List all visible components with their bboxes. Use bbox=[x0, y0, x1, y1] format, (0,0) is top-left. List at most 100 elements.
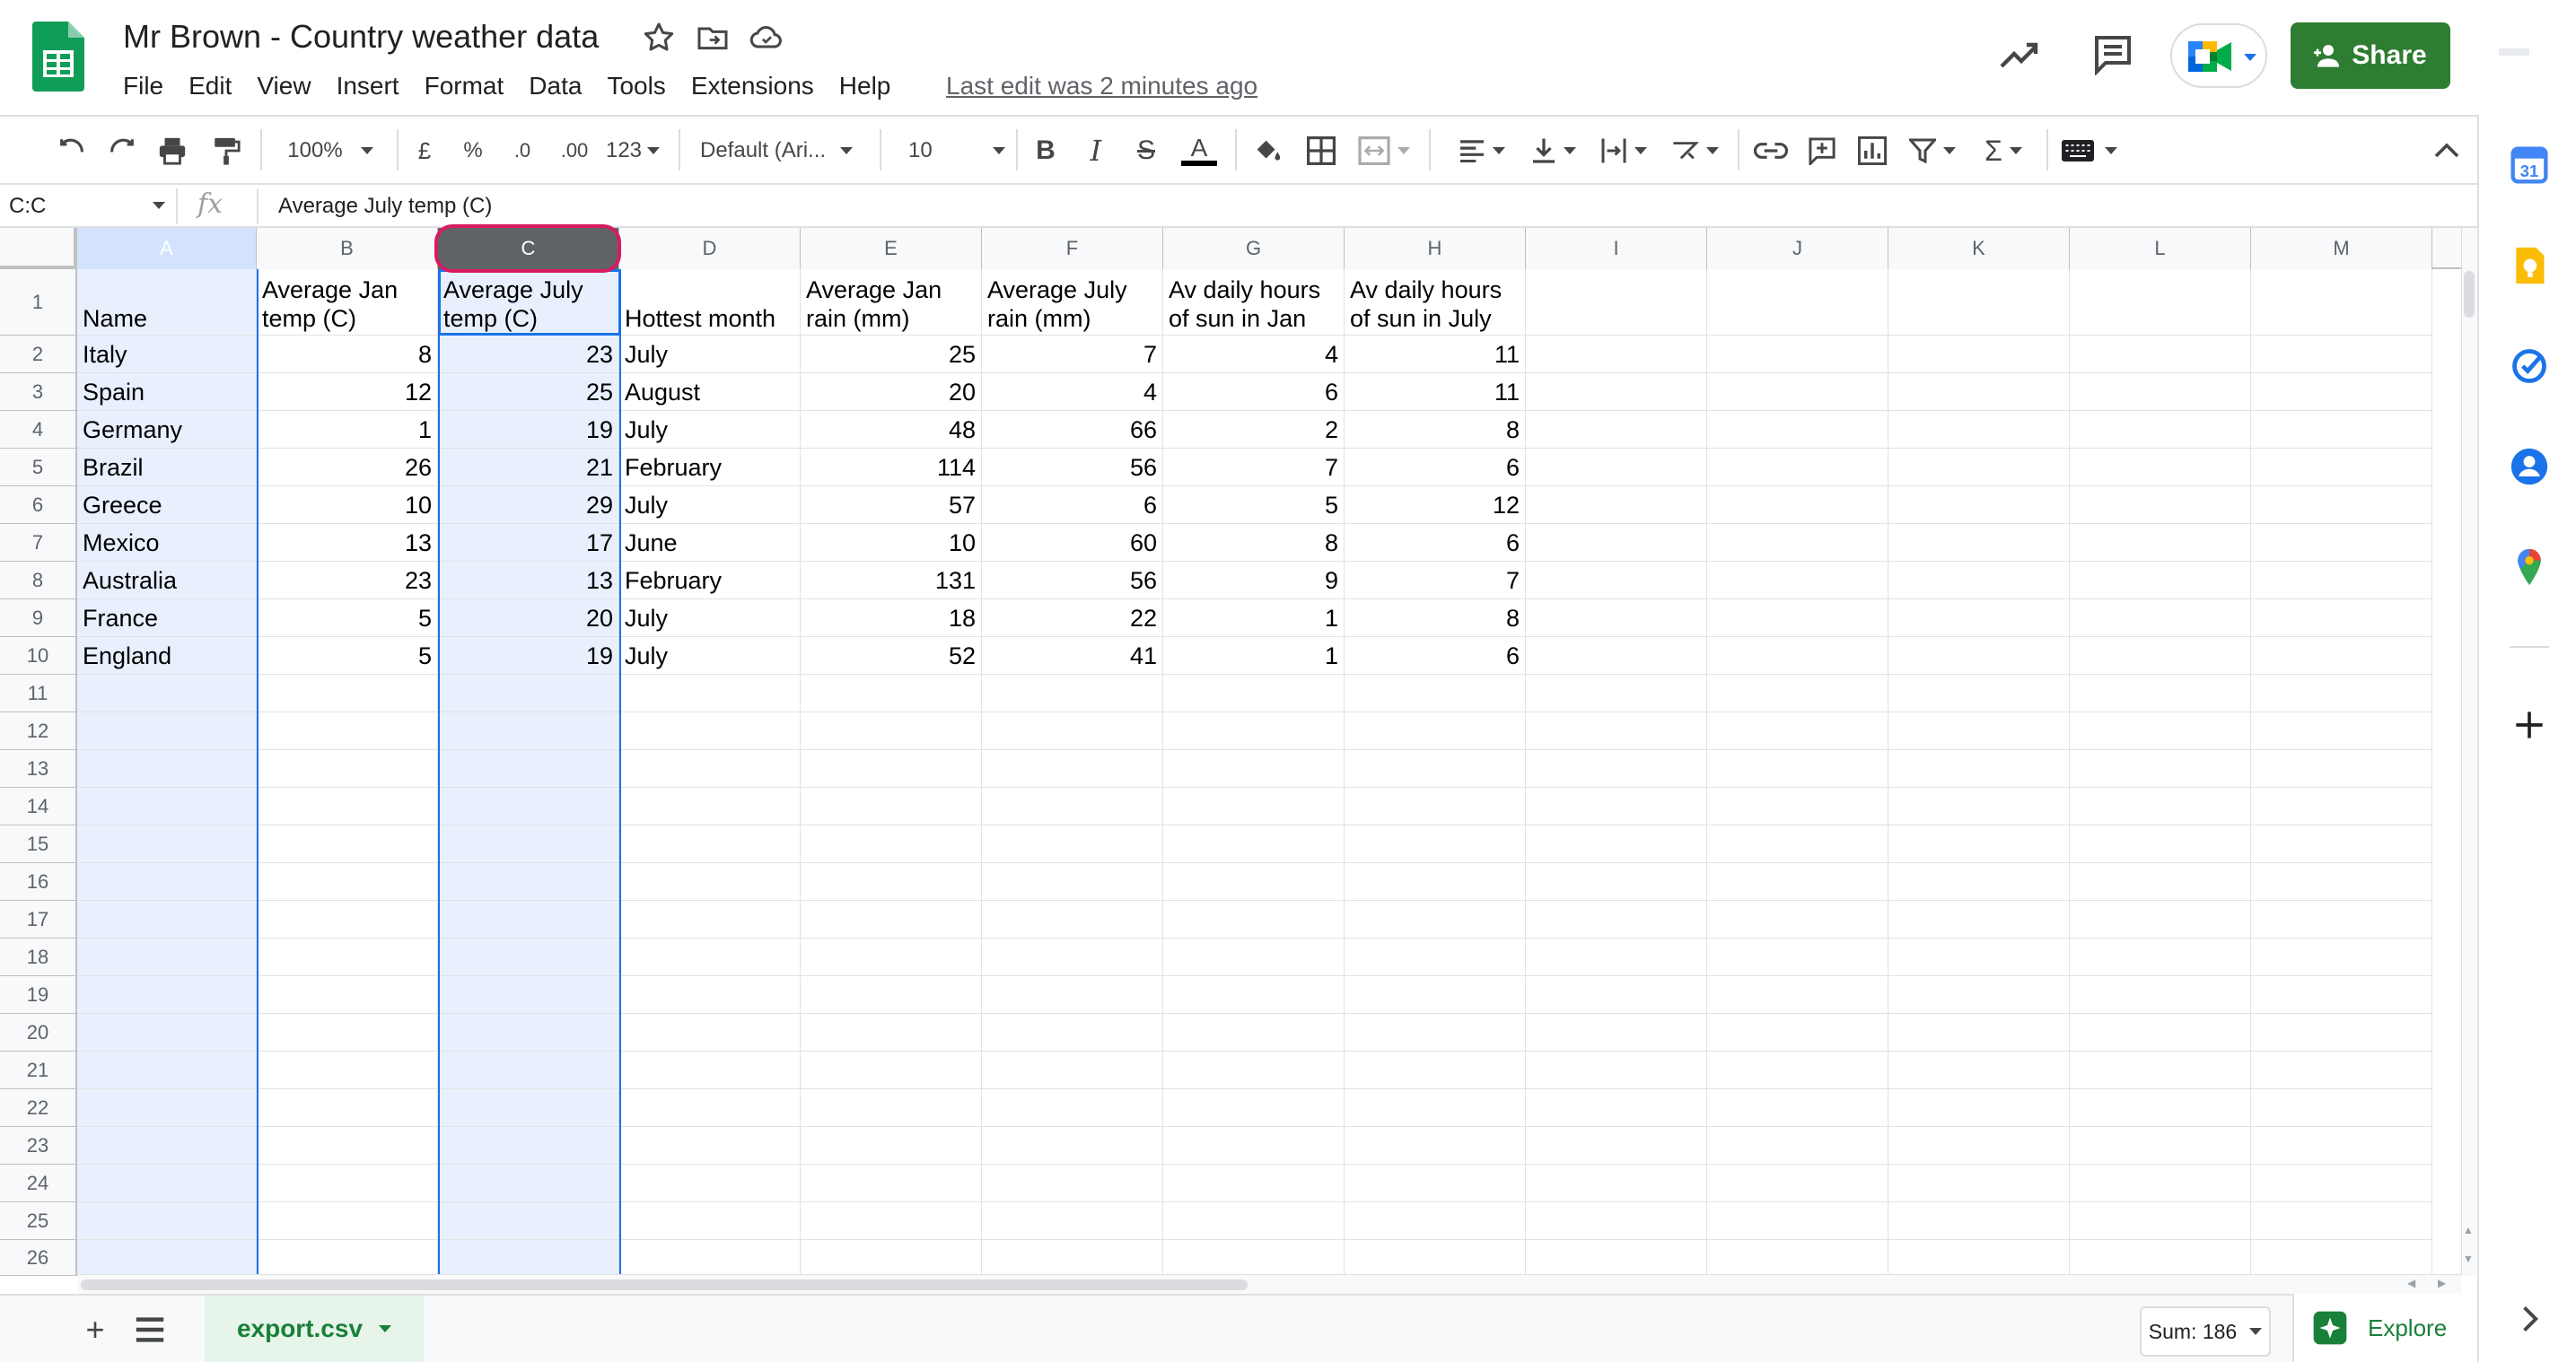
scroll-down-arrow-icon[interactable]: ▼ bbox=[2463, 1253, 2474, 1265]
empty-cell[interactable] bbox=[2251, 1127, 2432, 1165]
table-cell[interactable]: 4 bbox=[1163, 336, 1345, 373]
empty-cell[interactable] bbox=[2251, 1240, 2432, 1276]
table-cell[interactable]: 23 bbox=[438, 336, 619, 373]
empty-cell[interactable] bbox=[1345, 1089, 1526, 1127]
menu-view[interactable]: View bbox=[244, 68, 323, 104]
empty-cell[interactable] bbox=[982, 788, 1163, 825]
table-cell[interactable]: July bbox=[619, 637, 801, 675]
empty-cell[interactable] bbox=[1888, 712, 2070, 750]
empty-cell[interactable] bbox=[1163, 675, 1345, 712]
row-header-9[interactable]: 9 bbox=[0, 599, 77, 637]
empty-cell[interactable] bbox=[77, 863, 257, 901]
empty-cell[interactable] bbox=[1707, 939, 1888, 976]
empty-cell[interactable] bbox=[982, 863, 1163, 901]
empty-cell[interactable] bbox=[1707, 675, 1888, 712]
table-cell[interactable]: 20 bbox=[801, 373, 982, 411]
empty-cell[interactable] bbox=[1888, 486, 2070, 524]
table-cell[interactable]: 25 bbox=[438, 373, 619, 411]
empty-cell[interactable] bbox=[1163, 901, 1345, 939]
column-header-i[interactable]: I bbox=[1526, 228, 1707, 269]
menu-help[interactable]: Help bbox=[827, 68, 904, 104]
empty-cell[interactable] bbox=[77, 976, 257, 1014]
empty-cell[interactable] bbox=[1526, 1202, 1707, 1240]
empty-cell[interactable] bbox=[1163, 1089, 1345, 1127]
table-cell[interactable]: 29 bbox=[438, 486, 619, 524]
empty-cell[interactable] bbox=[1163, 1014, 1345, 1052]
menu-insert[interactable]: Insert bbox=[324, 68, 412, 104]
empty-cell[interactable] bbox=[438, 863, 619, 901]
table-cell[interactable]: July bbox=[619, 411, 801, 449]
menu-format[interactable]: Format bbox=[412, 68, 517, 104]
table-cell[interactable]: 19 bbox=[438, 637, 619, 675]
empty-cell[interactable] bbox=[1526, 599, 1707, 637]
sheets-logo-icon[interactable] bbox=[32, 22, 84, 92]
row-header-22[interactable]: 22 bbox=[0, 1089, 77, 1127]
empty-cell[interactable] bbox=[1163, 1202, 1345, 1240]
empty-cell[interactable] bbox=[2070, 675, 2251, 712]
empty-cell[interactable] bbox=[77, 1202, 257, 1240]
empty-cell[interactable] bbox=[801, 1165, 982, 1202]
strikethrough-icon[interactable]: S bbox=[1131, 133, 1161, 169]
explore-button[interactable]: Explore bbox=[2292, 1294, 2477, 1362]
table-cell[interactable]: 4 bbox=[982, 373, 1163, 411]
empty-cell[interactable] bbox=[1707, 1127, 1888, 1165]
empty-cell[interactable] bbox=[1345, 712, 1526, 750]
empty-cell[interactable] bbox=[2251, 712, 2432, 750]
empty-cell[interactable] bbox=[1526, 788, 1707, 825]
redo-icon[interactable] bbox=[104, 133, 140, 169]
empty-cell[interactable] bbox=[2251, 1052, 2432, 1089]
empty-cell[interactable] bbox=[438, 788, 619, 825]
select-all-corner[interactable] bbox=[0, 228, 77, 269]
table-cell[interactable]: 48 bbox=[801, 411, 982, 449]
empty-cell[interactable] bbox=[2251, 411, 2432, 449]
empty-cell[interactable] bbox=[2070, 599, 2251, 637]
empty-cell[interactable] bbox=[1526, 1089, 1707, 1127]
empty-cell[interactable] bbox=[2251, 269, 2432, 336]
empty-cell[interactable] bbox=[2070, 825, 2251, 863]
empty-cell[interactable] bbox=[2070, 1165, 2251, 1202]
empty-cell[interactable] bbox=[2070, 939, 2251, 976]
contacts-icon[interactable] bbox=[2510, 447, 2549, 486]
column-header-e[interactable]: E bbox=[801, 228, 982, 269]
share-button[interactable]: Share bbox=[2291, 22, 2450, 89]
empty-cell[interactable] bbox=[1163, 863, 1345, 901]
empty-cell[interactable] bbox=[982, 1089, 1163, 1127]
table-cell[interactable]: 57 bbox=[801, 486, 982, 524]
empty-cell[interactable] bbox=[1526, 712, 1707, 750]
empty-cell[interactable] bbox=[438, 976, 619, 1014]
table-cell[interactable]: 7 bbox=[1345, 562, 1526, 599]
column-header-d[interactable]: D bbox=[619, 228, 801, 269]
empty-cell[interactable] bbox=[2251, 562, 2432, 599]
add-icon[interactable] bbox=[2510, 705, 2549, 745]
empty-cell[interactable] bbox=[619, 939, 801, 976]
empty-cell[interactable] bbox=[257, 788, 438, 825]
table-cell[interactable]: 2 bbox=[1163, 411, 1345, 449]
empty-cell[interactable] bbox=[438, 712, 619, 750]
menu-edit[interactable]: Edit bbox=[176, 68, 244, 104]
empty-cell[interactable] bbox=[1707, 901, 1888, 939]
table-cell[interactable]: 6 bbox=[1345, 524, 1526, 562]
table-cell[interactable]: 8 bbox=[257, 336, 438, 373]
table-cell[interactable]: 114 bbox=[801, 449, 982, 486]
name-box[interactable]: C:C bbox=[9, 187, 171, 226]
empty-cell[interactable] bbox=[438, 1127, 619, 1165]
empty-cell[interactable] bbox=[1888, 269, 2070, 336]
empty-cell[interactable] bbox=[801, 675, 982, 712]
empty-cell[interactable] bbox=[1526, 524, 1707, 562]
empty-cell[interactable] bbox=[1888, 788, 2070, 825]
empty-cell[interactable] bbox=[982, 750, 1163, 788]
empty-cell[interactable] bbox=[1163, 976, 1345, 1014]
more-formats-button[interactable]: 123 bbox=[601, 133, 664, 169]
empty-cell[interactable] bbox=[1707, 1165, 1888, 1202]
empty-cell[interactable] bbox=[1707, 750, 1888, 788]
empty-cell[interactable] bbox=[1888, 373, 2070, 411]
empty-cell[interactable] bbox=[619, 976, 801, 1014]
empty-cell[interactable] bbox=[77, 1240, 257, 1276]
empty-cell[interactable] bbox=[1526, 1052, 1707, 1089]
empty-cell[interactable] bbox=[1163, 1165, 1345, 1202]
empty-cell[interactable] bbox=[2251, 1089, 2432, 1127]
table-cell[interactable]: 19 bbox=[438, 411, 619, 449]
empty-cell[interactable] bbox=[257, 825, 438, 863]
scroll-up-arrow-icon[interactable]: ▲ bbox=[2463, 1224, 2474, 1236]
table-cell[interactable]: 11 bbox=[1345, 373, 1526, 411]
